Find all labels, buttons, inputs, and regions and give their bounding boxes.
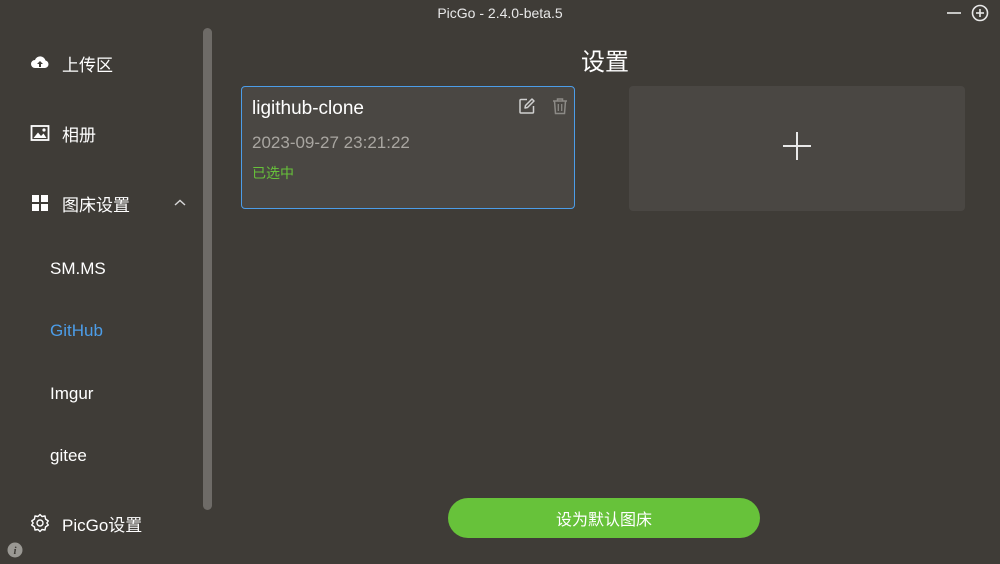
set-default-button[interactable]: 设为默认图床 <box>448 498 760 538</box>
window-controls <box>944 3 990 23</box>
sidebar-sub-item-gitee[interactable]: gitee <box>50 443 87 469</box>
title-bar: PicGo - 2.4.0-beta.5 <box>0 0 1000 28</box>
minimize-icon[interactable] <box>944 3 964 23</box>
image-icon <box>30 123 50 143</box>
delete-icon[interactable] <box>551 97 569 115</box>
sidebar-sub-item-github[interactable]: GitHub <box>50 318 103 344</box>
sidebar: 上传区 相册 图床设置 SM.MS GitHub Imgur gitee Pic… <box>0 28 215 564</box>
sidebar-item-label: 图床设置 <box>62 195 130 215</box>
sidebar-item-picbed[interactable]: 图床设置 <box>30 188 130 218</box>
sidebar-item-label: PicGo设置 <box>62 515 143 535</box>
config-date: 2023-09-27 23:21:22 <box>252 133 410 152</box>
chevron-up-icon[interactable] <box>172 196 188 208</box>
config-card[interactable]: ligithub-clone 2023-09-27 23:21:22 已选中 <box>241 86 575 209</box>
info-icon[interactable]: i <box>7 542 23 558</box>
page-title: 设置 <box>581 49 629 76</box>
sidebar-scrollbar[interactable] <box>203 28 212 510</box>
config-name: ligithub-clone <box>252 98 364 119</box>
sidebar-item-settings[interactable]: PicGo设置 <box>30 508 142 538</box>
window-title: PicGo - 2.4.0-beta.5 <box>437 5 563 21</box>
sidebar-item-upload[interactable]: 上传区 <box>30 48 113 78</box>
cloud-upload-icon <box>30 53 50 73</box>
sidebar-item-label: 上传区 <box>62 55 113 75</box>
grid-icon <box>30 193 50 213</box>
add-config-button[interactable] <box>629 86 965 211</box>
sidebar-item-label: 相册 <box>62 125 96 145</box>
gear-icon <box>30 513 50 533</box>
selected-status: 已选中 <box>252 165 294 181</box>
edit-icon[interactable] <box>518 97 536 115</box>
plus-icon <box>781 130 813 167</box>
sidebar-item-gallery[interactable]: 相册 <box>30 118 96 148</box>
sidebar-sub-item-smms[interactable]: SM.MS <box>50 256 106 282</box>
maximize-icon[interactable] <box>970 3 990 23</box>
sidebar-sub-item-imgur[interactable]: Imgur <box>50 381 93 407</box>
